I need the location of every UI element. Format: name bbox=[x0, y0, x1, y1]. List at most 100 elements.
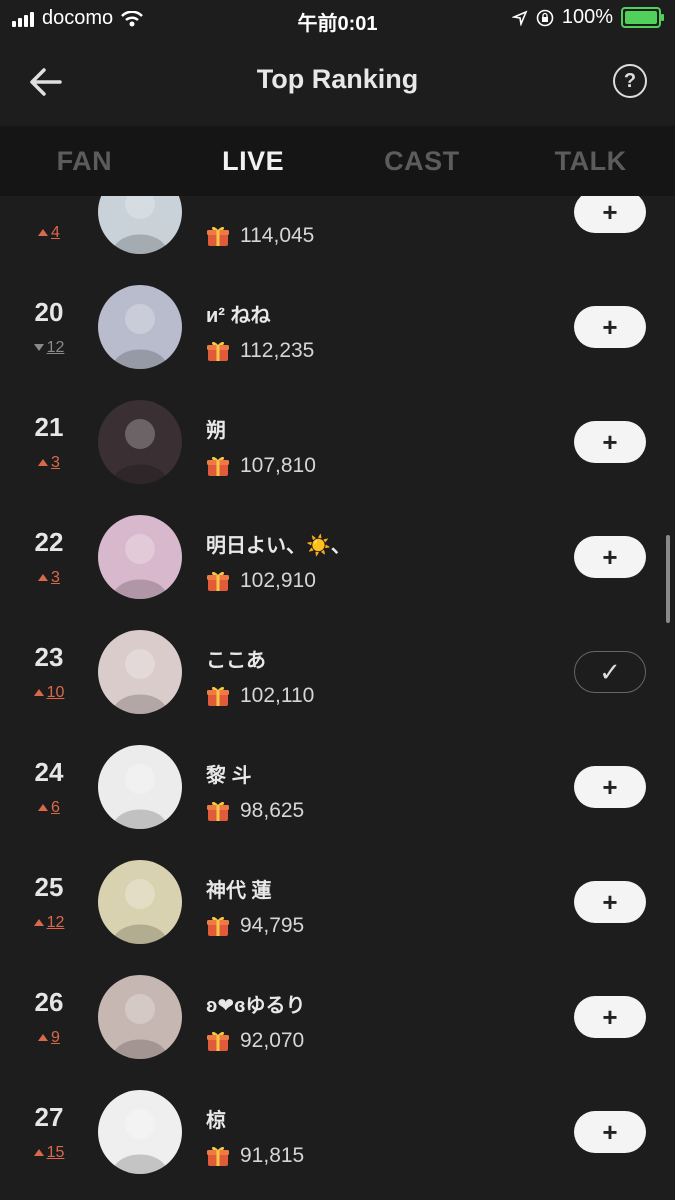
ranking-list[interactable]: 4 114,045 + 20 12 и² ねね 112,235 +21 3 朔 107,810 +22… bbox=[0, 196, 675, 1200]
user-name[interactable]: 黎 斗 bbox=[206, 759, 252, 788]
gift-icon bbox=[206, 339, 230, 363]
score-value: 102,110 bbox=[240, 684, 315, 707]
rank-change: 4 bbox=[18, 224, 80, 242]
gift-icon bbox=[206, 1144, 230, 1168]
score-value: 107,810 bbox=[240, 454, 316, 477]
rank-change-value: 9 bbox=[51, 1029, 60, 1046]
score-value: 102,910 bbox=[240, 569, 316, 592]
avatar[interactable] bbox=[98, 745, 182, 829]
rank-change-value: 15 bbox=[46, 1144, 65, 1161]
rank-number: 27 bbox=[34, 1102, 64, 1132]
score-value: 112,235 bbox=[240, 339, 315, 362]
avatar[interactable] bbox=[98, 860, 182, 944]
gift-icon bbox=[206, 224, 230, 248]
gift-score: 112,235 bbox=[206, 339, 314, 363]
user-name[interactable]: ʚ❤︎ɞゆるり bbox=[206, 989, 305, 1018]
avatar[interactable] bbox=[98, 975, 182, 1059]
battery-icon bbox=[621, 7, 664, 28]
gift-score: 94,795 bbox=[206, 914, 304, 938]
gift-icon bbox=[206, 454, 230, 478]
follow-button[interactable]: + bbox=[574, 996, 646, 1038]
ranking-tabs: FAN LIVE CAST TALK bbox=[0, 126, 675, 196]
rank-number: 22 bbox=[34, 527, 64, 557]
triangle-up-icon bbox=[38, 1034, 49, 1041]
rotation-lock-icon bbox=[536, 9, 554, 26]
score-value: 91,815 bbox=[240, 1144, 305, 1167]
tab-live[interactable]: LIVE bbox=[169, 126, 338, 196]
score-value: 98,625 bbox=[240, 799, 305, 822]
ranking-row[interactable]: 4 114,045 + bbox=[0, 196, 675, 269]
scrollbar[interactable] bbox=[666, 535, 670, 623]
rank-change-value: 3 bbox=[51, 454, 60, 471]
ranking-row[interactable]: 20 12 и² ねね 112,235 + bbox=[0, 269, 675, 384]
avatar[interactable] bbox=[98, 515, 182, 599]
avatar[interactable] bbox=[98, 630, 182, 714]
follow-button[interactable]: + bbox=[574, 1111, 646, 1153]
follow-button[interactable]: + bbox=[574, 881, 646, 923]
user-name[interactable]: ここあ bbox=[206, 644, 266, 673]
rank-change-value: 10 bbox=[46, 684, 65, 701]
gift-icon bbox=[206, 799, 230, 823]
ranking-row[interactable]: 24 6 黎 斗 98,625 + bbox=[0, 729, 675, 844]
rank-change-value: 12 bbox=[46, 339, 65, 356]
ranking-row[interactable]: 26 9 ʚ❤︎ɞゆるり 92,070 + bbox=[0, 959, 675, 1074]
rank-change: 3 bbox=[18, 454, 80, 472]
rank-number: 25 bbox=[34, 872, 64, 902]
follow-button[interactable]: + bbox=[574, 306, 646, 348]
avatar[interactable] bbox=[98, 285, 182, 369]
avatar[interactable] bbox=[98, 196, 182, 254]
follow-button[interactable]: + bbox=[574, 196, 646, 233]
status-right: 100% bbox=[511, 6, 664, 29]
app-header: Top Ranking ? bbox=[0, 38, 675, 126]
gift-icon bbox=[206, 569, 230, 593]
rank-number: 20 bbox=[34, 297, 64, 327]
triangle-up-icon bbox=[38, 229, 49, 236]
user-name[interactable]: 明日よい、☀️、 bbox=[206, 529, 351, 558]
triangle-up-icon bbox=[33, 689, 44, 696]
rank-change-value: 12 bbox=[46, 914, 65, 931]
rank-number: 26 bbox=[34, 987, 64, 1017]
user-name[interactable]: 椋 bbox=[206, 1104, 226, 1133]
follow-button[interactable]: + bbox=[574, 766, 646, 808]
gift-score: 91,815 bbox=[206, 1144, 304, 1168]
ranking-row[interactable]: 23 10 ここあ 102,110 ✓ bbox=[0, 614, 675, 729]
rank-change: 9 bbox=[18, 1029, 80, 1047]
gift-icon bbox=[206, 1029, 230, 1053]
triangle-down-icon bbox=[33, 344, 44, 351]
rank-number: 23 bbox=[34, 642, 64, 672]
user-name[interactable]: 朔 bbox=[206, 414, 226, 443]
battery-percent: 100% bbox=[561, 6, 613, 28]
rank-change: 12 bbox=[18, 339, 80, 357]
tab-talk[interactable]: TALK bbox=[506, 126, 675, 196]
gift-score: 107,810 bbox=[206, 454, 316, 478]
tab-cast[interactable]: CAST bbox=[338, 126, 507, 196]
avatar[interactable] bbox=[98, 400, 182, 484]
rank-number: 21 bbox=[34, 412, 64, 442]
follow-button[interactable]: + bbox=[574, 536, 646, 578]
score-value: 92,070 bbox=[240, 1029, 305, 1052]
rank-change: 10 bbox=[18, 684, 80, 702]
triangle-up-icon bbox=[33, 919, 44, 926]
page-title: Top Ranking bbox=[256, 64, 419, 94]
ranking-row[interactable]: 21 3 朔 107,810 + bbox=[0, 384, 675, 499]
rank-change-value: 4 bbox=[51, 224, 60, 241]
avatar[interactable] bbox=[98, 1090, 182, 1174]
ranking-row[interactable]: 27 15 椋 91,815 + bbox=[0, 1074, 675, 1189]
rank-change-value: 6 bbox=[51, 799, 60, 816]
user-name[interactable]: и² ねね bbox=[206, 299, 271, 328]
ranking-row[interactable]: 22 3 明日よい、☀️、 102,910 + bbox=[0, 499, 675, 614]
tab-fan[interactable]: FAN bbox=[0, 126, 169, 196]
triangle-up-icon bbox=[38, 804, 49, 811]
help-icon[interactable]: ? bbox=[613, 64, 647, 98]
triangle-up-icon bbox=[38, 459, 49, 466]
triangle-up-icon bbox=[38, 574, 49, 581]
rank-change: 15 bbox=[18, 1144, 80, 1162]
followed-button[interactable]: ✓ bbox=[574, 651, 646, 693]
rank-change-value: 3 bbox=[51, 569, 60, 586]
follow-button[interactable]: + bbox=[574, 421, 646, 463]
ranking-row[interactable]: 25 12 神代 蓮 94,795 + bbox=[0, 844, 675, 959]
status-bar: docomo 午前0:01 100% bbox=[0, 0, 675, 38]
gift-score: 102,910 bbox=[206, 569, 316, 593]
user-name[interactable]: 神代 蓮 bbox=[206, 874, 272, 903]
rank-change: 12 bbox=[18, 914, 80, 932]
